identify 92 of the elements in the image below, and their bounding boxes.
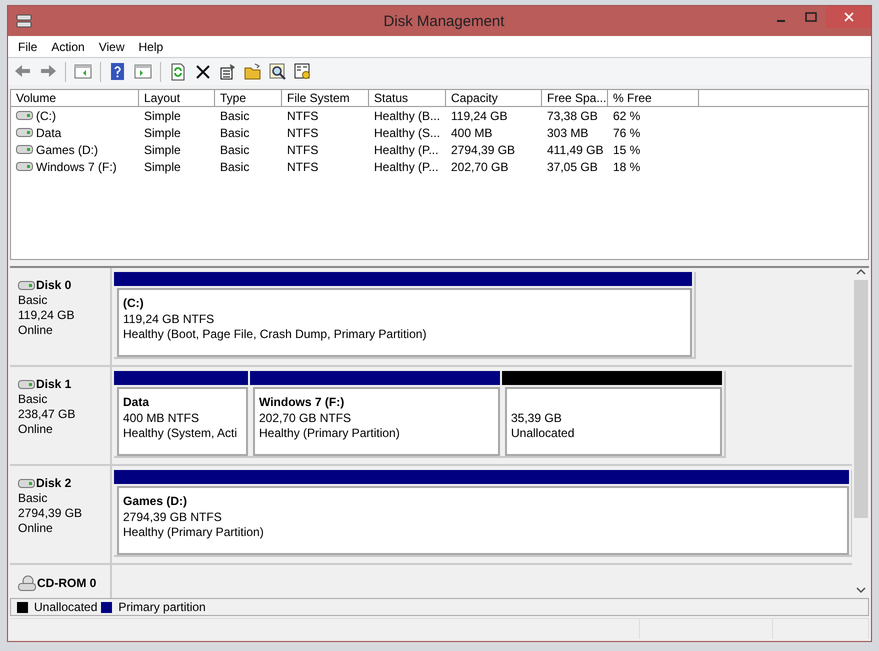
table-cell-text: NTFS — [286, 142, 320, 156]
partition-block[interactable]: Games (D:) 2794,39 GB NTFS Healthy (Primary Partition) — [117, 486, 849, 555]
table-cell-text: 411,49 GB — [546, 142, 604, 156]
scroll-up-icon[interactable] — [856, 268, 866, 276]
menu-item[interactable]: File — [11, 40, 44, 54]
table-cell-text: 303 MB — [546, 126, 590, 140]
cd-drive-icon — [18, 575, 36, 591]
table-cell-text: 62 % — [612, 108, 642, 122]
disk-info: Basic — [18, 293, 48, 308]
disk-info: Basic — [18, 491, 48, 506]
disk-info: 238,47 GB — [18, 407, 76, 422]
disk-info: 119,24 GB — [18, 308, 76, 323]
legend-swatch — [17, 602, 28, 612]
table-cell: Games (D:) — [36, 142, 98, 156]
partition-name: Games (D:) — [123, 494, 188, 510]
maximize-icon[interactable] — [805, 12, 817, 22]
partition-name: Data — [123, 395, 150, 410]
partition-info: 119,24 GB NTFS — [123, 312, 216, 327]
menu-item[interactable]: View — [92, 40, 132, 54]
disk-info: Online — [18, 422, 54, 437]
partition-info: Healthy (System, Acti — [123, 426, 238, 442]
table-cell-text: Healthy (P... — [373, 142, 440, 156]
legend-swatch — [101, 602, 112, 612]
partition-info: Healthy (Primary Partition) — [259, 426, 401, 442]
table-cell-text: Healthy (P... — [373, 160, 440, 174]
column-header[interactable]: Type — [215, 90, 282, 106]
drive-icon — [16, 145, 33, 154]
disk-info: Online — [18, 521, 54, 536]
table-cell-text: 400 MB — [450, 126, 494, 140]
table-cell-text: 2794,39 GB — [450, 142, 516, 156]
table-cell-text: Basic — [219, 160, 250, 174]
table-cell: (C:) — [36, 108, 56, 122]
menu-item[interactable]: Help — [132, 40, 170, 54]
column-header[interactable]: Volume — [11, 90, 139, 106]
disk-name: CD-ROM 0 — [37, 576, 96, 590]
partition-name: (C:) — [123, 296, 145, 312]
table-cell-text: Simple — [143, 126, 182, 140]
table-cell-text: 15 % — [612, 142, 642, 156]
column-header[interactable]: Free Spa... — [542, 90, 608, 106]
column-header[interactable]: File System — [282, 90, 369, 106]
partition-info: 2794,39 GB NTFS — [123, 510, 223, 525]
legend-label: Primary partition — [118, 600, 206, 614]
scroll-down-icon[interactable] — [856, 586, 866, 594]
table-cell: Data — [36, 126, 62, 140]
disk-name: Disk 2 — [36, 476, 72, 491]
table-cell-text: Simple — [143, 160, 182, 174]
table-cell-text: 119,24 GB — [450, 108, 508, 122]
drive-icon — [16, 111, 33, 120]
drive-icon — [16, 128, 33, 137]
disk-info: 2794,39 GB — [18, 506, 84, 521]
disk-name: Disk 0 — [36, 278, 72, 293]
partition-info: Unallocated — [511, 426, 576, 442]
table-cell-text: Basic — [219, 126, 250, 140]
partition-info: 400 MB NTFS — [123, 410, 200, 426]
partition-block[interactable]: (C:) 119,24 GB NTFS Healthy (Boot, Page File, Crash Dump, Primary Partition) — [117, 288, 692, 357]
window-title: Disk Management — [382, 12, 506, 30]
partition-info: Healthy (Primary Partition) — [123, 525, 265, 540]
disk-name: Disk 1 — [36, 377, 72, 392]
table-cell-text: NTFS — [286, 126, 320, 140]
partition-info: 35,39 GB — [511, 410, 563, 426]
table-cell-text: Basic — [219, 142, 250, 156]
column-header[interactable]: Layout — [139, 90, 215, 106]
table-cell-text: NTFS — [286, 108, 320, 122]
scroll-thumb[interactable] — [854, 280, 868, 518]
close-icon[interactable] — [842, 11, 854, 23]
column-header[interactable]: % Free — [608, 90, 699, 106]
table-cell-text: Healthy (S... — [373, 126, 442, 140]
table-cell-text: NTFS — [286, 160, 320, 174]
table-cell-text: Basic — [219, 108, 250, 122]
legend-label: Unallocated — [34, 600, 98, 614]
partition-block[interactable]: 35,39 GB Unallocated — [505, 387, 722, 456]
table-cell-text: Healthy (B... — [373, 108, 442, 122]
partition-info: Healthy (Boot, Page File, Crash Dump, Primary Partition) — [123, 327, 428, 342]
table-cell-text: 76 % — [612, 126, 642, 140]
table-cell-text: 37,05 GB — [546, 160, 599, 174]
table-cell-text: Simple — [143, 142, 182, 156]
column-header[interactable]: Capacity — [446, 90, 542, 106]
table-cell-text: 73,38 GB — [546, 108, 599, 122]
table-cell-text: 18 % — [612, 160, 642, 174]
menu-item[interactable]: Action — [44, 40, 92, 54]
partition-block[interactable]: Data 400 MB NTFS Healthy (System, Acti — [117, 387, 248, 456]
table-cell-text: 202,70 GB — [450, 160, 510, 174]
partition-info: 202,70 GB NTFS — [259, 410, 352, 426]
partition-name: Windows 7 (F:) — [259, 395, 346, 410]
disk-info: Online — [18, 323, 54, 338]
table-cell-text: Simple — [143, 108, 182, 122]
disk-drive-icon — [16, 13, 32, 29]
column-header[interactable]: Status — [369, 90, 446, 106]
drive-icon — [16, 162, 33, 171]
disk-info: Basic — [18, 392, 48, 407]
table-cell: Windows 7 (F:) — [36, 160, 117, 174]
partition-block[interactable]: Windows 7 (F:) 202,70 GB NTFS Healthy (Primary Partition) — [253, 387, 500, 456]
